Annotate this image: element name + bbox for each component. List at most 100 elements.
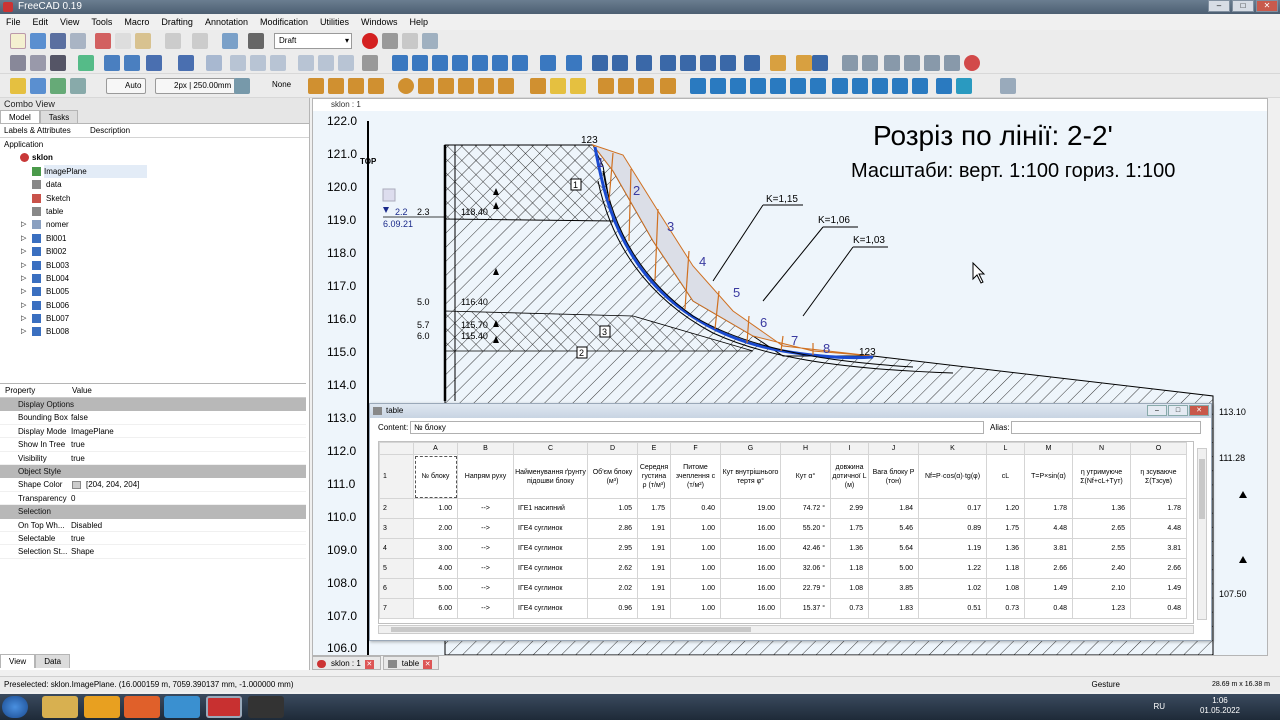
table-cell[interactable]: 3.85	[868, 578, 919, 599]
table-cell[interactable]: 32.06 °	[780, 558, 831, 579]
table-cell[interactable]: 1.00	[670, 578, 721, 599]
prop-value[interactable]: [204, 204, 204]	[86, 478, 139, 491]
whats-this-icon[interactable]	[248, 33, 264, 49]
table-cell[interactable]: 1.36	[830, 538, 869, 559]
table-cell[interactable]: 1.49	[1130, 578, 1187, 599]
scale-icon[interactable]	[432, 55, 448, 71]
toggle-grid-icon[interactable]	[1000, 78, 1016, 94]
spreadsheet-close-button[interactable]: ✕	[1189, 405, 1209, 416]
stretch-icon[interactable]	[492, 55, 508, 71]
autogroup-selector[interactable]: None	[254, 78, 295, 94]
table-cell[interactable]: 0.17	[918, 498, 987, 519]
menu-annotation[interactable]: Annotation	[199, 14, 254, 30]
select-group-icon[interactable]	[862, 55, 878, 71]
table-cell[interactable]: 1.78	[1130, 498, 1187, 519]
menu-utilities[interactable]: Utilities	[314, 14, 355, 30]
prop-row[interactable]: Shape Color [204, 204, 204]	[0, 478, 306, 492]
right-view-icon[interactable]	[270, 55, 286, 71]
column-header[interactable]: H	[780, 442, 831, 455]
menu-file[interactable]: File	[0, 14, 27, 30]
dimension-icon[interactable]	[618, 78, 634, 94]
nav-cube-icon[interactable]	[382, 188, 396, 202]
table-cell[interactable]: 1.18	[830, 558, 869, 579]
table-cell[interactable]: 1.91	[637, 558, 671, 579]
close-tab-icon[interactable]: ✕	[423, 660, 433, 669]
color-swatch[interactable]	[72, 481, 81, 490]
construction-mode-toggle[interactable]: Auto	[106, 78, 147, 94]
table-cell[interactable]: -->	[457, 598, 514, 619]
save-as-icon[interactable]	[70, 33, 86, 49]
table-cell[interactable]: 0.96	[587, 598, 638, 619]
tree-item-bl006[interactable]: BL006	[46, 299, 69, 312]
table-cell[interactable]: -->	[457, 518, 514, 539]
prop-value[interactable]: Shape	[71, 545, 94, 558]
stop-macro-icon[interactable]	[382, 33, 398, 49]
rectangle-icon[interactable]	[438, 78, 454, 94]
table-cell[interactable]: 1.08	[830, 578, 869, 599]
zoom-icon[interactable]	[178, 55, 194, 71]
isometric-view-icon[interactable]	[206, 55, 222, 71]
fillet-icon[interactable]	[348, 78, 364, 94]
offset-icon[interactable]	[452, 55, 468, 71]
tab-tasks[interactable]: Tasks	[39, 110, 79, 123]
table-header-cell[interactable]: η зсуваючe Σ(Tзсув)	[1130, 454, 1187, 499]
table-cell[interactable]: ІГЕ4 суглинок	[513, 558, 588, 579]
nav-cube-top-label[interactable]: TOP	[360, 157, 377, 166]
column-header[interactable]: B	[457, 442, 514, 455]
cut-icon[interactable]	[95, 33, 111, 49]
table-cell[interactable]: ІГЕ4 суглинок	[513, 578, 588, 599]
table-cell[interactable]: 3.81	[1024, 538, 1073, 559]
prop-value[interactable]: true	[71, 452, 85, 465]
column-header[interactable]: O	[1130, 442, 1187, 455]
facebinder-draw-icon[interactable]	[550, 78, 566, 94]
add-to-group-icon[interactable]	[884, 55, 900, 71]
explorer-icon[interactable]	[42, 696, 78, 718]
column-header[interactable]: G	[720, 442, 781, 455]
table-cell[interactable]: 1.91	[637, 598, 671, 619]
close-tab-icon[interactable]: ✕	[364, 660, 374, 669]
table-cell[interactable]: 2.62	[587, 558, 638, 579]
upgrade-icon[interactable]	[636, 55, 652, 71]
doc-tab-sklon[interactable]: sklon : 1 ✕	[312, 656, 381, 670]
table-cell[interactable]: 2.02	[587, 578, 638, 599]
link-make-icon[interactable]	[50, 78, 66, 94]
table-cell[interactable]: 55.20 °	[780, 518, 831, 539]
open-file-icon[interactable]	[30, 33, 46, 49]
prop-row[interactable]: On Top Wh... Disabled	[0, 519, 306, 532]
table-cell[interactable]: 1.75	[830, 518, 869, 539]
snap-endpoint-icon[interactable]	[710, 78, 726, 94]
menu-view[interactable]: View	[54, 14, 85, 30]
prop-group-display[interactable]: Display Options	[0, 398, 306, 412]
table-cell[interactable]: 16.00	[720, 598, 781, 619]
snap-special-icon[interactable]	[872, 78, 888, 94]
point-icon[interactable]	[530, 78, 546, 94]
table-cell[interactable]: 1.19	[918, 538, 987, 559]
row-header[interactable]: 5	[379, 558, 414, 579]
expand-icon[interactable]: ▷	[21, 272, 26, 285]
circle-icon[interactable]	[398, 78, 414, 94]
toggle-display-icon[interactable]	[924, 55, 940, 71]
snap-center-icon[interactable]	[750, 78, 766, 94]
bounding-box-icon[interactable]	[78, 55, 94, 71]
table-cell[interactable]: 5.64	[868, 538, 919, 559]
table-cell[interactable]: 1.36	[986, 538, 1025, 559]
column-header[interactable]: D	[587, 442, 638, 455]
tree-item-sketch[interactable]: Sketch	[46, 192, 70, 205]
table-cell[interactable]: 15.37 °	[780, 598, 831, 619]
table-cell[interactable]: 1.00	[670, 558, 721, 579]
menu-modification[interactable]: Modification	[254, 14, 314, 30]
snap-extension-icon[interactable]	[832, 78, 848, 94]
table-header-cell[interactable]: Напрям руху	[457, 454, 514, 499]
table-cell[interactable]: 1.02	[918, 578, 987, 599]
front-view-icon[interactable]	[230, 55, 246, 71]
browser-icon[interactable]	[164, 696, 200, 718]
table-cell[interactable]: 2.10	[1072, 578, 1131, 599]
snap-intersection-icon[interactable]	[790, 78, 806, 94]
table-header-cell[interactable]: Nf=P·cos(α)·tg(φ)	[918, 454, 987, 499]
draw-style-icon[interactable]	[50, 55, 66, 71]
spreadsheet-minimize-button[interactable]: –	[1147, 405, 1167, 416]
language-indicator[interactable]: RU	[1153, 702, 1165, 711]
table-cell[interactable]: 3.00	[413, 538, 458, 559]
spreadsheet-horizontal-scrollbar[interactable]	[378, 625, 1194, 634]
table-cell[interactable]: 5.46	[868, 518, 919, 539]
